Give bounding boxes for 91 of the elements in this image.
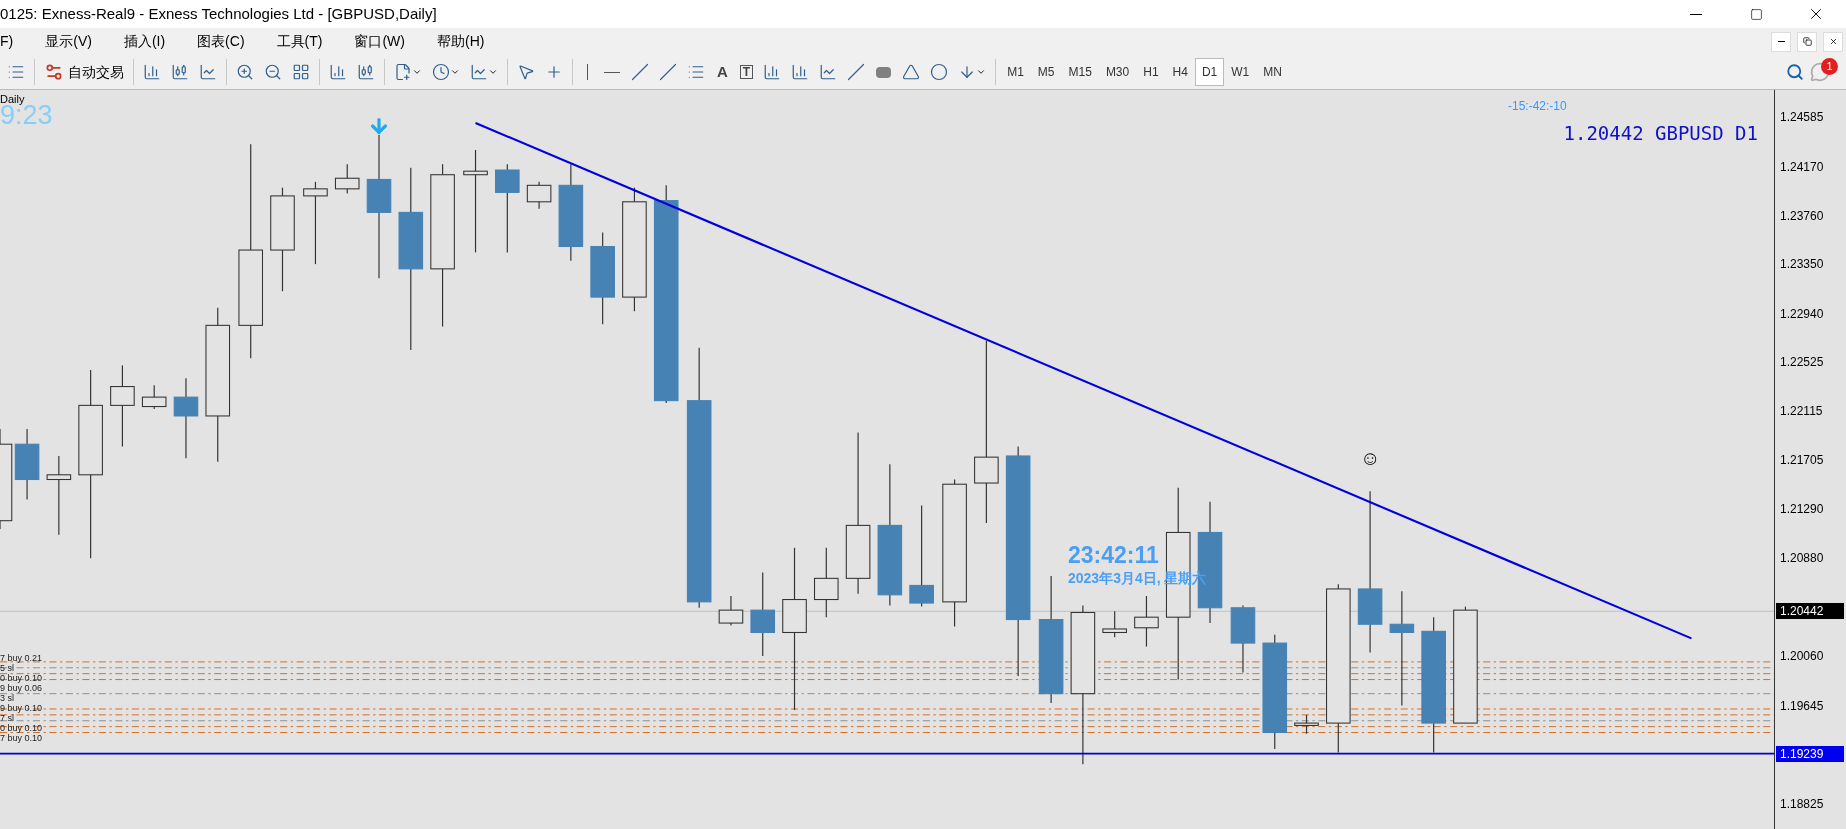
- countdown-text: -15:-42:-10: [1508, 98, 1567, 115]
- restore-icon: [1802, 37, 1812, 46]
- order-label: 9 buy 0.06: [0, 683, 43, 693]
- ellipse-icon: [930, 63, 949, 81]
- notification-badge: 1: [1821, 58, 1838, 75]
- caret-icon: [450, 67, 460, 77]
- timeframe-button[interactable]: MN: [1256, 58, 1289, 86]
- window-title: 0125: Exness-Real9 - Exness Technologies Ltd - [GBPUSD,Daily]: [0, 3, 438, 24]
- candlestick: [141, 384, 167, 410]
- candlestick: [814, 547, 839, 618]
- menu-item[interactable]: 图表(C): [188, 31, 254, 52]
- candlestick: [1102, 610, 1127, 638]
- line-price-tag: 1.19239: [1776, 745, 1844, 762]
- smiley-icon: ☺: [1360, 448, 1381, 468]
- candlestick-chart-icon: [171, 63, 189, 81]
- candlestick: [1230, 604, 1256, 674]
- text-label-button[interactable]: T: [734, 58, 759, 86]
- timeframe-button[interactable]: H4: [1165, 58, 1195, 86]
- indicators-icon: [394, 63, 412, 81]
- zoom-out-icon: [264, 63, 282, 81]
- current-price-tag: 1.20442: [1776, 603, 1844, 620]
- order-label: 7 buy 0.10: [0, 733, 43, 743]
- candlestick: [334, 163, 360, 195]
- child-restore-button[interactable]: [1797, 31, 1817, 52]
- menu-item[interactable]: F): [0, 31, 23, 52]
- price-label: 1.21290: [1780, 503, 1824, 515]
- order-label: 0 buy 0.10: [0, 723, 43, 733]
- price-label: 1.24170: [1780, 160, 1824, 173]
- order-label: 5 sl: [0, 663, 15, 673]
- periods-icon: [432, 63, 450, 81]
- auto-trading-icon: [44, 62, 64, 82]
- timeframe-button[interactable]: M30: [1098, 58, 1137, 86]
- price-label: 1.19645: [1780, 699, 1824, 712]
- maximize-icon: [1749, 7, 1763, 21]
- price-label: 1.20880: [1780, 552, 1824, 565]
- order-label: 0 buy 0.10: [0, 673, 43, 683]
- menu-item[interactable]: 帮助(H): [428, 31, 494, 52]
- auto-trading-button[interactable]: 自动交易: [39, 58, 129, 86]
- price-label: 1.21705: [1780, 453, 1824, 466]
- order-label: 7 sl: [0, 713, 15, 723]
- text-tool-button[interactable]: A: [710, 58, 735, 86]
- timeframe-button[interactable]: M1: [1000, 58, 1031, 86]
- candlestick: [526, 181, 552, 210]
- bar-chart-icon: [143, 63, 161, 81]
- child-close-button[interactable]: [1823, 31, 1843, 52]
- chat-icon: [1810, 62, 1830, 82]
- menu-item[interactable]: 窗口(W): [345, 31, 414, 52]
- timeframe-button[interactable]: W1: [1224, 58, 1257, 86]
- timeframe-button[interactable]: M15: [1061, 58, 1099, 86]
- caret-icon: [412, 67, 422, 77]
- menu-item[interactable]: 显示(V): [36, 31, 101, 52]
- menu-item[interactable]: 插入(I): [114, 31, 175, 52]
- candlestick: [718, 595, 744, 626]
- menu-item[interactable]: 工具(T): [267, 31, 332, 52]
- timeframe-button[interactable]: M5: [1030, 58, 1062, 86]
- cursor-icon: [517, 63, 535, 81]
- timeframe-button[interactable]: H1: [1136, 58, 1166, 86]
- line-chart-icon: [199, 63, 217, 81]
- order-label: 7 buy 0.21: [0, 653, 43, 663]
- horizontal-line-icon: [604, 71, 620, 73]
- messages-button[interactable]: 1: [1810, 58, 1846, 86]
- price-label: 1.23760: [1780, 209, 1824, 222]
- order-label: 3 sl: [0, 693, 15, 703]
- minimize-icon: [1690, 13, 1702, 15]
- price-label: 1.22115: [1780, 405, 1823, 418]
- candlestick: [1134, 595, 1159, 648]
- timeframe-button[interactable]: D1: [1194, 58, 1225, 86]
- price-label: 1.24585: [1780, 111, 1824, 124]
- templates-icon: [470, 63, 488, 81]
- caret-icon: [976, 67, 987, 77]
- crosshair-icon: [545, 63, 563, 81]
- price-label: 1.23350: [1780, 258, 1824, 271]
- minimize-icon: [1777, 41, 1785, 42]
- text-label: T: [739, 65, 754, 79]
- server-time-text: 23:42:11: [1068, 544, 1159, 567]
- price-label: 1.22940: [1780, 307, 1824, 320]
- triangle-icon: [902, 63, 921, 81]
- trend-line-icon: [631, 63, 649, 81]
- price-label: 1.22525: [1780, 355, 1824, 368]
- tile-windows-icon: [292, 63, 310, 81]
- caret-icon: [488, 67, 498, 77]
- order-label: 9 buy 0.10: [0, 703, 43, 713]
- price-label: 1.20060: [1780, 650, 1824, 663]
- vertical-line-icon: [587, 64, 588, 80]
- close-icon: [1828, 37, 1838, 46]
- price-label: 1.18825: [1780, 798, 1824, 811]
- zoom-in-icon: [236, 63, 254, 81]
- candlestick: [1294, 714, 1319, 735]
- quote-text: 1.20442 GBPUSD D1: [1563, 121, 1758, 146]
- search-icon: [1786, 63, 1804, 81]
- navigator-icon: [7, 63, 25, 81]
